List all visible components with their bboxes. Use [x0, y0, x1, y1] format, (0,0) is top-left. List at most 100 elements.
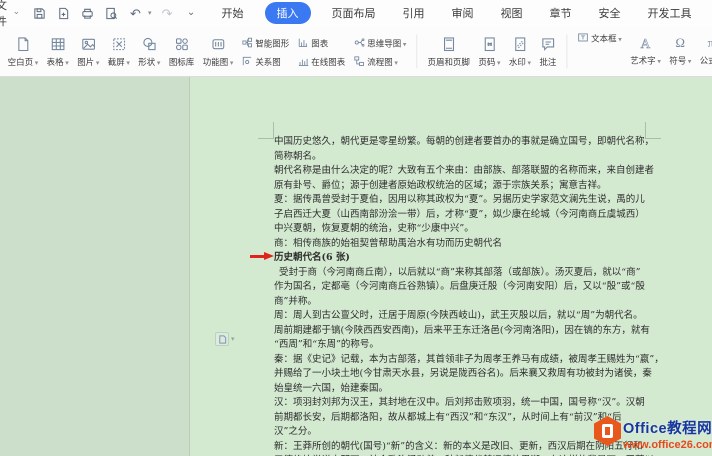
watermark-url: www.office26.com — [623, 439, 712, 451]
menu-tab-bar: 文件 ↶ ▾ ↷ ⌄ — [0, 0, 712, 26]
document-canvas: 中国历史悠久，朝代更是零星纷繁。每朝的创建者要首办的事就是确立国号，即朝代名称，… — [0, 77, 712, 456]
page-number-button[interactable]: 页码 — [474, 34, 505, 69]
ribbon-tab[interactable]: 审阅 — [446, 3, 480, 23]
function-diagram-icon — [210, 36, 226, 52]
print-preview-icon[interactable] — [103, 5, 120, 22]
ribbon-tab[interactable]: 开发工具 — [642, 3, 698, 23]
table-icon — [50, 36, 66, 52]
chart-icon — [298, 37, 309, 48]
document-line[interactable]: 中兴夏朝，恢复夏朝的统治，史称“少康中兴”。 — [274, 222, 659, 237]
table-button[interactable]: 表格 — [42, 34, 73, 69]
office-hexagon-icon — [594, 416, 621, 446]
undo-dropdown-caret[interactable]: ▾ — [148, 9, 152, 17]
ribbon-tab[interactable]: 安全 — [593, 3, 627, 23]
watermark-button[interactable]: 水印 — [505, 34, 536, 69]
ribbon-toolbar: 空白页 表格 图片 截屏 形状 图标库 — [0, 26, 712, 77]
document-line[interactable]: “西周”和“东周”的称号。 — [274, 338, 659, 353]
document-line[interactable]: 历史朝代名(6 张) — [274, 251, 659, 266]
screenshot-button[interactable]: 截屏 — [103, 34, 134, 69]
document-line[interactable]: 商”并称。 — [274, 295, 659, 310]
picture-button[interactable]: 图片 — [73, 34, 104, 69]
text-box-button[interactable]: 文本框 — [575, 30, 624, 44]
ribbon-tab[interactable]: 视图 — [495, 3, 529, 23]
online-chart-icon — [298, 55, 309, 66]
blank-page-button[interactable]: 空白页 — [3, 34, 42, 69]
watermark-brand: Office教程网 — [623, 417, 712, 438]
comment-button[interactable]: 批注 — [535, 34, 560, 69]
redo-icon[interactable]: ↷ — [159, 5, 176, 22]
wps-writer-window: 文件 ↶ ▾ ↷ ⌄ — [0, 0, 712, 456]
text-box-icon — [578, 32, 589, 43]
relation-diagram-icon — [242, 55, 253, 66]
document-line[interactable]: 作为国名，定都亳（今河南商丘谷熟镇）。后盘庚迁殷（今河南安阳）后，又以“殷”或“… — [274, 280, 659, 295]
header-footer-button[interactable]: 页眉和页脚 — [423, 34, 474, 69]
shapes-icon — [141, 36, 157, 52]
watermark-icon — [512, 36, 528, 52]
watermark-logo: Office教程网 www.office26.com — [594, 416, 712, 451]
file-menu-button[interactable]: 文件 — [0, 0, 23, 29]
smart-graphics-icon — [242, 37, 253, 48]
chevron-down-icon: ▾ — [231, 335, 235, 343]
document-line[interactable]: 子启西迁大夏（山西南部汾浍一带）后，才称“夏”，姒少康在纶城（今河南商丘虞城西） — [274, 208, 659, 223]
ribbon-tab[interactable]: 开始 — [216, 3, 250, 23]
header-footer-icon — [441, 36, 457, 52]
paste-options-icon — [215, 332, 229, 346]
ribbon-tab[interactable]: 章节 — [544, 3, 578, 23]
ribbon-tab[interactable]: 页面布局 — [326, 3, 382, 23]
flowchart-icon — [354, 55, 365, 66]
annotation-arrow-icon — [250, 252, 274, 261]
mind-map-button[interactable]: 思维导图 — [351, 35, 409, 49]
function-diagram-button[interactable]: 功能图 — [198, 34, 237, 69]
document-line[interactable]: 中国历史悠久，朝代更是零星纷繁。每朝的创建者要首办的事就是确立国号，即朝代名称， — [274, 135, 659, 150]
online-chart-button[interactable]: 在线图表 — [295, 54, 348, 68]
document-line[interactable]: 受封于商（今河南商丘南），以后就以“商”来称其部落（或部族）。汤灭夏后，就以“商… — [274, 266, 659, 281]
word-art-icon: A — [641, 37, 651, 50]
picture-icon — [80, 36, 96, 52]
margin-mark-top-left — [258, 122, 274, 139]
page-number-icon — [481, 36, 497, 52]
print-icon[interactable] — [79, 5, 96, 22]
blank-page-icon — [15, 36, 31, 52]
document-line[interactable]: 简称朝名。 — [274, 150, 659, 165]
document-line[interactable]: 汉：项羽封刘邦为汉王，其封地在汉中。后刘邦击败项羽，统一中国，国号称“汉”。汉朝 — [274, 396, 659, 411]
shapes-button[interactable]: 形状 — [134, 34, 165, 69]
chevron-down-icon — [13, 10, 17, 17]
document-text: 中国历史悠久，朝代更是零星纷繁。每朝的创建者要首办的事就是确立国号，即朝代名称，… — [274, 135, 659, 456]
export-pdf-icon[interactable] — [55, 5, 72, 22]
undo-icon[interactable]: ↶ — [127, 5, 144, 22]
mind-map-icon — [354, 37, 365, 48]
document-line[interactable]: 周前期建都于镐(今陕西西安西南)，后来平王东迁洛邑(今河南洛阳)，因在镐的东方，… — [274, 324, 659, 339]
document-line[interactable]: 并赐给了一小块土地(今甘肃天水县，另说是陇西谷名)。后来襄又救周有功被封为诸侯，… — [274, 367, 659, 382]
omega-symbol-icon: Ω — [676, 37, 685, 50]
document-line[interactable]: 朝代名称是由什么决定的呢？大致有五个来由：由部族、部落联盟的名称而来，来自创建者 — [274, 164, 659, 179]
smart-graphics-button[interactable]: 智能图形 — [239, 35, 292, 49]
icon-library-icon — [173, 36, 189, 52]
relation-diagram-button[interactable]: 关系图 — [239, 54, 292, 68]
ribbon-tab[interactable]: 插入 — [265, 2, 311, 24]
document-page[interactable]: 中国历史悠久，朝代更是零星纷繁。每朝的创建者要首办的事就是确立国号，即朝代名称，… — [190, 77, 712, 456]
symbol-button[interactable]: Ω 符号 — [665, 36, 696, 67]
save-icon[interactable] — [31, 5, 48, 22]
ribbon-tab[interactable]: 引用 — [397, 3, 431, 23]
ribbon-group-divider — [416, 34, 417, 68]
document-line[interactable]: 秦：据《史记》记载，本为古部落，其首领非子为周孝王养马有成绩，被周孝王赐姓为“嬴… — [274, 353, 659, 368]
ribbon-group-divider — [567, 34, 568, 68]
pi-formula-icon: π — [708, 37, 712, 50]
document-line[interactable]: 夏：据传禹曾受封于夏伯，因用以称其政权为“夏”。另据历史学家范文澜先生说，禹的儿 — [274, 193, 659, 208]
word-art-button[interactable]: A 艺术字 — [626, 36, 665, 67]
quick-access-toolbar: ↶ ▾ ↷ ⌄ — [31, 5, 200, 22]
customize-toolbar-icon[interactable]: ⌄ — [183, 5, 200, 22]
file-menu-label: 文件 — [0, 0, 10, 29]
paste-options-button[interactable]: ▾ — [215, 332, 235, 346]
document-line[interactable]: 商：相传商族的始祖契曾帮助禹治水有功而历史朝代名 — [274, 237, 659, 252]
comment-icon — [540, 36, 556, 52]
document-line[interactable]: 周：周人到古公亶父时，迁居于周原(今陕西岐山)，武王灭殷以后，就以“周”为朝代名… — [274, 309, 659, 324]
screenshot-icon — [111, 36, 127, 52]
chart-button[interactable]: 图表 — [295, 35, 348, 49]
document-line[interactable]: 原有卦号、爵位；源于创建者原始政权统治的区域；源于宗族关系；寓意吉祥。 — [274, 179, 659, 194]
icon-library-button[interactable]: 图标库 — [165, 34, 199, 69]
document-line[interactable]: 始皇统一六国，始建秦国。 — [274, 382, 659, 397]
ribbon-tabs: 开始插入页面布局引用审阅视图章节安全开发工具特色应用文档助手 — [216, 2, 712, 24]
flowchart-button[interactable]: 流程图 — [351, 54, 409, 68]
formula-button[interactable]: π 公式 — [696, 36, 712, 67]
